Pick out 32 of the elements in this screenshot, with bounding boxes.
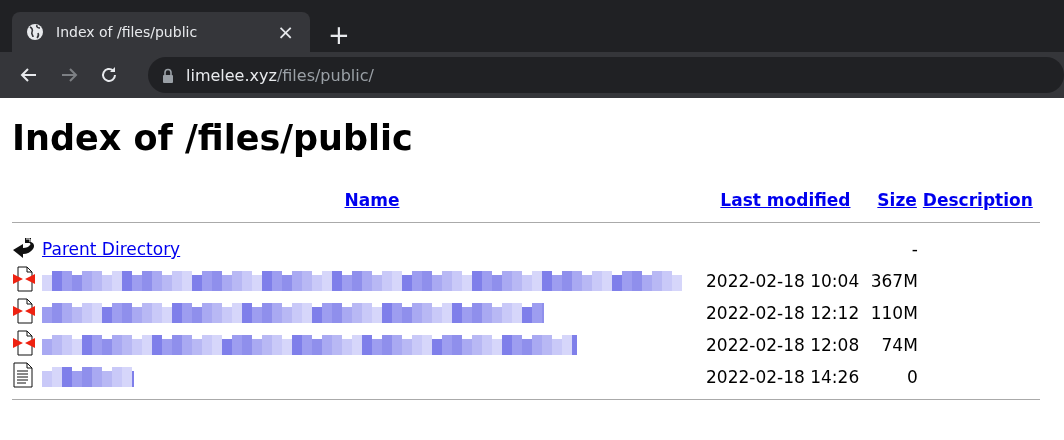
binary-file-icon — [12, 298, 36, 324]
binary-file-icon — [12, 266, 36, 292]
file-size: 367M — [870, 271, 918, 291]
file-size: - — [911, 239, 918, 259]
column-header-link[interactable]: Size — [877, 190, 917, 210]
address-bar[interactable]: limelee.xyz/files/public/ — [148, 57, 1064, 93]
column-header-link[interactable]: Description — [922, 190, 1033, 210]
modified-date: 2022-02-18 10:04 — [706, 271, 860, 291]
globe-icon — [26, 23, 44, 41]
modified-date: 2022-02-18 14:26 — [706, 367, 860, 387]
modified-date: 2022-02-18 12:12 — [706, 303, 860, 323]
blurred-filename-drawing[interactable] — [42, 303, 544, 323]
file-size: 0 — [907, 367, 918, 387]
parent-directory-link[interactable]: Parent Directory — [42, 239, 181, 259]
column-header-link[interactable]: Last modified — [720, 190, 851, 210]
blurred-filename-drawing[interactable] — [42, 271, 682, 291]
modified-date: 2022-02-18 12:08 — [706, 335, 860, 355]
tab-title: Index of /files/public — [56, 24, 199, 40]
column-header-link[interactable]: Name — [344, 190, 400, 210]
file-size: 110M — [870, 303, 918, 323]
page-heading: Index of /files/public — [12, 118, 414, 158]
blurred-filename-drawing[interactable] — [42, 367, 134, 387]
lock-icon — [162, 67, 174, 83]
close-tab-button[interactable]: × — [275, 20, 296, 44]
blurred-filename-drawing[interactable] — [42, 335, 577, 355]
browser-tab[interactable]: Index of /files/public × — [12, 12, 310, 52]
new-tab-button[interactable]: + — [324, 22, 354, 48]
back-arrow-icon — [12, 235, 36, 259]
url-text: limelee.xyz/files/public/ — [186, 65, 374, 85]
text-file-icon — [12, 362, 34, 388]
binary-file-icon — [12, 330, 36, 356]
file-size: 74M — [881, 335, 918, 355]
